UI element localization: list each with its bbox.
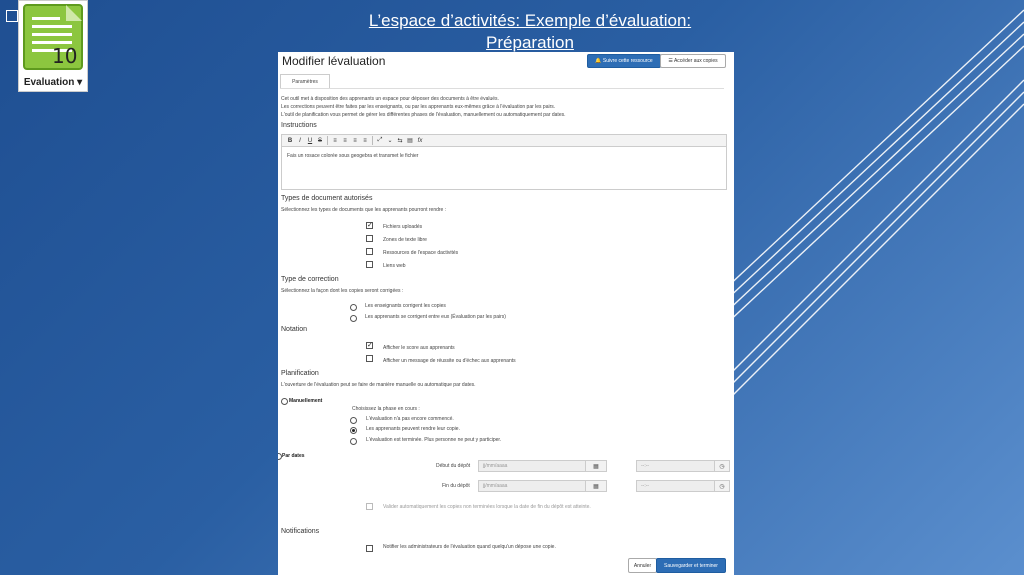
clock-icon[interactable]: ◷ bbox=[714, 460, 730, 472]
formula-icon[interactable]: fx bbox=[415, 138, 425, 144]
editor-toolbar: B I U S ≡ ≡ ≡ ≡ ⤢ ⌄ ⇆ ▤ fx bbox=[282, 135, 726, 147]
label-web-links: Liens web bbox=[383, 263, 406, 269]
label-show-score: Afficher le score aux apprenants bbox=[383, 345, 455, 351]
intro-line-2: Les corrections peuvent être faites par … bbox=[281, 104, 556, 110]
slide-title-line1: L’espace d’activités: Exemple d’évaluati… bbox=[368, 11, 692, 30]
align-justify-icon[interactable]: ≡ bbox=[360, 138, 370, 144]
label-by-dates: Par dates bbox=[282, 453, 305, 459]
radio-phase-finished[interactable] bbox=[350, 438, 357, 445]
radio-phase-submitting[interactable] bbox=[350, 427, 357, 434]
notifications-title: Notifications bbox=[281, 528, 320, 535]
calendar-icon[interactable]: ▦ bbox=[585, 480, 607, 492]
radio-peer-review[interactable] bbox=[350, 315, 357, 322]
label-auto-validate: Valider automatiquement les copies non t… bbox=[383, 504, 591, 510]
checkbox-notify-admins[interactable] bbox=[366, 545, 373, 552]
intro-line-3: L'outil de planification vous permet de … bbox=[281, 112, 566, 118]
toolbar-separator bbox=[327, 136, 328, 145]
label-phase-finished: L'évaluation est terminée. Plus personne… bbox=[366, 437, 502, 443]
radio-manual[interactable] bbox=[281, 398, 288, 405]
checkbox-web-links[interactable] bbox=[366, 261, 373, 268]
evaluation-label[interactable]: Evaluation ▾ bbox=[19, 77, 87, 88]
bold-button[interactable]: B bbox=[285, 138, 295, 144]
clock-icon[interactable]: ◷ bbox=[714, 480, 730, 492]
start-time-input[interactable]: --:-- bbox=[636, 460, 718, 472]
document-icon[interactable]: ▤ bbox=[405, 137, 415, 144]
intro-line-1: Cet outil met à disposition des apprenan… bbox=[281, 96, 499, 102]
access-copies-button[interactable]: ☰ Accéder aux copies bbox=[660, 54, 726, 68]
notation-title: Notation bbox=[281, 326, 308, 333]
slide-title-line2: Préparation bbox=[486, 33, 574, 52]
decorative-lines bbox=[724, 9, 1024, 405]
phase-prompt: Choisissez la phase en cours : bbox=[352, 406, 420, 412]
tab-divider bbox=[280, 88, 724, 89]
evaluation-form-panel: Modifier lévaluation 🔔 Suivre cette ress… bbox=[278, 52, 734, 575]
planning-subtitle: L'ouverture de l'évaluation peut se fair… bbox=[281, 382, 476, 388]
checkbox-show-score[interactable]: ✓ bbox=[366, 342, 373, 349]
doc-types-title: Types de document autorisés bbox=[281, 195, 373, 202]
checkbox-free-text[interactable] bbox=[366, 235, 373, 242]
evaluation-sheet-icon: 10 bbox=[23, 4, 83, 70]
chevron-down-icon[interactable]: ⌄ bbox=[385, 137, 395, 144]
checkbox-auto-validate[interactable] bbox=[366, 503, 373, 510]
label-phase-submitting: Les apprenants peuvent rendre leur copie… bbox=[366, 426, 460, 432]
correction-subtitle: Sélectionnez la façon dont les copies se… bbox=[281, 288, 404, 294]
checkbox-uploaded-files[interactable]: ✓ bbox=[366, 222, 373, 229]
label-start-date: Début du dépôt bbox=[436, 463, 471, 469]
cancel-button[interactable]: Annuler bbox=[628, 558, 657, 573]
align-right-icon[interactable]: ≡ bbox=[350, 138, 360, 144]
follow-resource-button[interactable]: 🔔 Suivre cette ressource bbox=[587, 54, 661, 68]
slide-title: L’espace d’activités: Exemple d’évaluati… bbox=[300, 10, 760, 54]
label-show-message: Afficher un message de réussite ou d'éch… bbox=[383, 358, 516, 364]
page-title: Modifier lévaluation bbox=[282, 54, 386, 68]
instructions-content[interactable]: Fais un rosace colorée sous geogebra et … bbox=[287, 153, 418, 159]
end-date-input[interactable]: jj/mm/aaaa bbox=[478, 480, 586, 492]
strike-button[interactable]: S bbox=[315, 138, 325, 144]
planning-title: Planification bbox=[281, 370, 319, 377]
italic-button[interactable]: I bbox=[295, 138, 305, 144]
calendar-icon[interactable]: ▦ bbox=[585, 460, 607, 472]
slide-checkbox-marker bbox=[6, 10, 18, 22]
start-date-input[interactable]: jj/mm/aaaa bbox=[478, 460, 586, 472]
radio-teachers-correct[interactable] bbox=[350, 304, 357, 311]
svg-text:10: 10 bbox=[52, 44, 77, 68]
checkbox-activity-resources[interactable] bbox=[366, 248, 373, 255]
label-uploaded-files: Fichiers uploadés bbox=[383, 224, 423, 230]
instructions-editor[interactable]: B I U S ≡ ≡ ≡ ≡ ⤢ ⌄ ⇆ ▤ fx Fais un rosac… bbox=[281, 134, 727, 190]
toolbar-separator bbox=[372, 136, 373, 145]
label-teachers-correct: Les enseignants corrigent les copies bbox=[365, 303, 446, 309]
end-time-input[interactable]: --:-- bbox=[636, 480, 718, 492]
evaluation-logo[interactable]: 10 Evaluation ▾ bbox=[18, 0, 88, 92]
instructions-title: Instructions bbox=[281, 122, 317, 129]
checkbox-show-message[interactable] bbox=[366, 355, 373, 362]
radio-phase-not-started[interactable] bbox=[350, 417, 357, 424]
align-center-icon[interactable]: ≡ bbox=[340, 138, 350, 144]
label-phase-not-started: L'évaluation n'a pas encore commencé. bbox=[366, 416, 454, 422]
label-free-text: Zones de texte libre bbox=[383, 237, 427, 243]
correction-title: Type de correction bbox=[281, 276, 339, 283]
label-manual: Manuellement bbox=[289, 398, 323, 404]
label-end-date: Fin du dépôt bbox=[442, 483, 470, 489]
save-and-finish-button[interactable]: Sauvegarder et terminer bbox=[656, 558, 726, 573]
link-icon[interactable]: ⇆ bbox=[395, 137, 405, 144]
underline-button[interactable]: U bbox=[305, 138, 315, 144]
expand-icon[interactable]: ⤢ bbox=[375, 137, 385, 144]
label-activity-resources: Ressources de l'espace dactivités bbox=[383, 250, 459, 256]
tab-parametres[interactable]: Paramètres bbox=[280, 74, 330, 89]
doc-types-subtitle: Sélectionnez les types de documents que … bbox=[281, 207, 447, 213]
label-peer-review: Les apprenants se corrigent entre eux (É… bbox=[365, 314, 506, 320]
label-notify-admins: Notifier les administrateurs de l'évalua… bbox=[383, 544, 556, 550]
align-left-icon[interactable]: ≡ bbox=[330, 138, 340, 144]
